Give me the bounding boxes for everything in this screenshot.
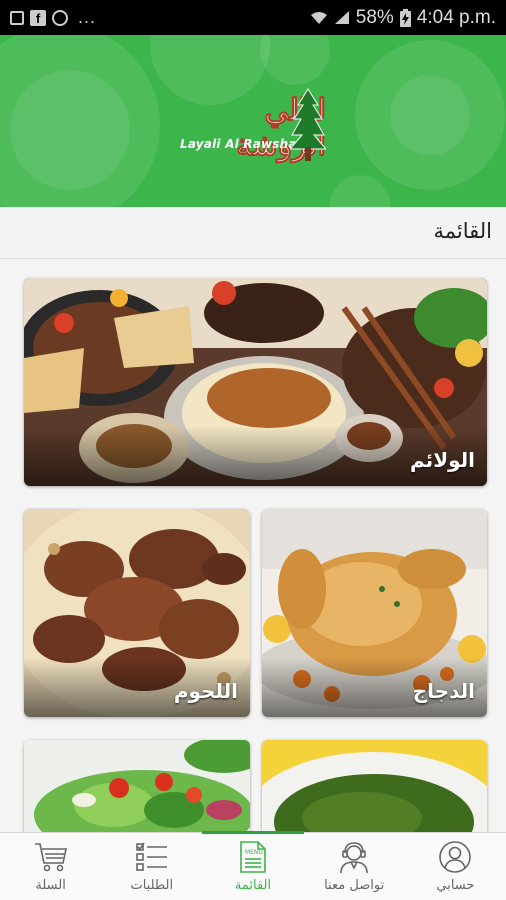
category-card-feasts[interactable]: الولائم	[24, 278, 487, 486]
page-title: القائمة	[433, 219, 493, 243]
menu-icon: MENU	[234, 839, 272, 875]
nav-contact[interactable]: تواصل معنا	[304, 833, 405, 900]
status-bar: f ... 58% 4:04 p.m.	[0, 0, 506, 35]
notification-icons: f ...	[0, 7, 96, 28]
restaurant-logo: ليالي الروشة Layali Al Rawsha	[180, 83, 327, 165]
nav-orders-label: الطلبات	[130, 878, 174, 893]
gallery-icon	[10, 10, 24, 25]
category-label: الدجاج	[412, 679, 475, 703]
nav-menu[interactable]: MENU القائمة	[202, 831, 304, 900]
category-card-chicken[interactable]: الدجاج	[262, 509, 487, 717]
logo-latin-text: Layali Al Rawsha	[180, 137, 297, 151]
cedar-tree-icon	[290, 88, 326, 161]
app-header: ليالي الروشة Layali Al Rawsha	[0, 35, 506, 207]
user-icon	[436, 839, 474, 875]
category-label: اللحوم	[173, 679, 238, 703]
nav-contact-label: تواصل معنا	[324, 878, 385, 893]
nav-cart[interactable]: السلة	[0, 833, 101, 900]
facebook-icon: f	[30, 9, 46, 26]
decor-plate	[330, 175, 390, 207]
sync-icon	[52, 9, 68, 26]
app-screen: f ... 58% 4:04 p.m. ليالي الروشة Layali …	[0, 0, 506, 900]
support-agent-icon	[335, 839, 373, 875]
battery-percent: 58%	[355, 6, 394, 28]
svg-text:MENU: MENU	[245, 849, 263, 856]
section-header: القائمة	[0, 207, 506, 259]
category-card-salad[interactable]	[24, 740, 250, 840]
salad-photo	[24, 740, 250, 840]
decor-plate	[390, 75, 470, 155]
decor-plate	[260, 35, 330, 85]
decor-plate	[10, 70, 130, 190]
soup-photo	[262, 740, 487, 840]
clock: 4:04 p.m.	[416, 6, 496, 28]
system-status: 58% 4:04 p.m.	[310, 0, 496, 35]
signal-icon	[334, 10, 350, 25]
bottom-navigation: السلة الطلبات MENU القائمة تواصل معنا حس…	[0, 831, 506, 900]
nav-account[interactable]: حسابي	[405, 833, 506, 900]
orders-list-icon	[133, 839, 171, 875]
nav-cart-label: السلة	[35, 878, 66, 893]
nav-orders[interactable]: الطلبات	[101, 833, 202, 900]
nav-menu-label: القائمة	[234, 878, 272, 893]
more-notifications: ...	[78, 7, 97, 27]
category-card-meat[interactable]: اللحوم	[24, 509, 250, 717]
wifi-icon	[310, 11, 328, 25]
category-card-soup[interactable]	[262, 740, 487, 840]
nav-account-label: حسابي	[436, 878, 475, 893]
battery-charging-icon	[399, 8, 411, 27]
cart-icon	[32, 839, 70, 875]
category-label: الولائم	[410, 448, 475, 472]
